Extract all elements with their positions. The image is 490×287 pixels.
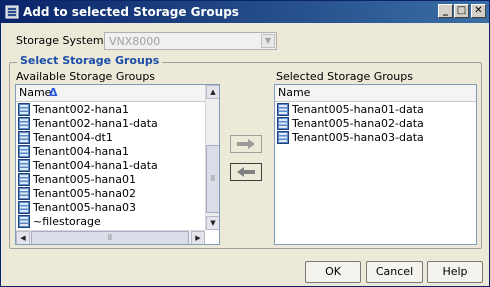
ok-button-label: OK — [325, 265, 341, 278]
available-list-item[interactable]: Tenant004-hana1-data — [18, 159, 203, 173]
available-list-item[interactable]: Tenant005-hana02 — [18, 187, 203, 201]
dialog-window: Add to selected Storage Groups _ □ ✕ Sto… — [0, 0, 490, 287]
available-item-label: Tenant004-dt1 — [33, 131, 113, 144]
selected-item-label: Tenant005-hana03-data — [292, 131, 424, 144]
selected-item-label: Tenant005-hana02-data — [292, 117, 424, 130]
ok-button[interactable]: OK — [305, 261, 361, 283]
scroll-left-icon[interactable]: ◀ — [16, 231, 30, 244]
storage-group-icon — [18, 117, 30, 130]
selected-list-item[interactable]: Tenant005-hana03-data — [277, 131, 474, 145]
arrow-right-icon — [237, 139, 255, 149]
available-item-label: Tenant004-hana1 — [33, 145, 130, 158]
available-item-label: Tenant005-hana01 — [33, 173, 137, 186]
title-bar[interactable]: Add to selected Storage Groups _ □ ✕ — [1, 1, 489, 23]
window-title: Add to selected Storage Groups — [23, 5, 239, 19]
cancel-button-label: Cancel — [375, 265, 414, 278]
selected-list-item[interactable]: Tenant005-hana02-data — [277, 117, 474, 131]
available-vertical-scrollbar[interactable]: ▲ ⠿ ▼ — [205, 85, 219, 230]
chevron-down-icon: ▼ — [261, 34, 275, 48]
available-item-label: Tenant002-hana1 — [33, 103, 130, 116]
selected-list-item[interactable]: Tenant005-hana01-data — [277, 103, 474, 117]
remove-from-selected-button[interactable] — [230, 163, 262, 181]
storage-system-value: VNX8000 — [109, 35, 161, 48]
add-to-selected-button[interactable] — [230, 135, 262, 153]
storage-group-icon — [277, 103, 289, 116]
storage-group-icon — [18, 173, 30, 186]
storage-group-icon — [18, 201, 30, 214]
arrow-left-icon — [237, 167, 255, 177]
storage-group-icon — [18, 215, 30, 228]
available-horizontal-scrollbar[interactable]: ◀ ⠿ ▶ — [16, 230, 205, 244]
storage-system-label: Storage System — [16, 34, 104, 47]
scroll-up-icon[interactable]: ▲ — [206, 85, 219, 99]
close-button[interactable]: ✕ — [471, 4, 486, 18]
available-list-item[interactable]: Tenant004-dt1 — [18, 131, 203, 145]
help-button-label: Help — [442, 265, 468, 278]
sort-ascending-icon: Δ — [49, 86, 58, 99]
vertical-scroll-thumb[interactable]: ⠿ — [206, 145, 219, 213]
available-item-label: Tenant004-hana1-data — [33, 159, 158, 172]
available-list-item[interactable]: Tenant005-hana01 — [18, 173, 203, 187]
storage-group-icon — [277, 131, 289, 144]
available-label: Available Storage Groups — [16, 70, 156, 83]
storage-group-icon — [18, 187, 30, 200]
available-item-label: ~filestorage — [33, 215, 101, 228]
scroll-down-icon[interactable]: ▼ — [206, 216, 219, 230]
cancel-button[interactable]: Cancel — [366, 261, 423, 283]
available-list-item[interactable]: ~filestorage — [18, 215, 203, 229]
storage-group-icon — [18, 103, 30, 116]
available-name-column-header[interactable]: Name Δ — [16, 85, 205, 102]
dialog-body: Storage System VNX8000 ▼ Select Storage … — [1, 23, 489, 286]
selected-name-column-header[interactable]: Name — [275, 85, 476, 102]
selected-name-header-label: Name — [278, 86, 311, 99]
selected-item-label: Tenant005-hana01-data — [292, 103, 424, 116]
available-list-item[interactable]: Tenant002-hana1-data — [18, 117, 203, 131]
help-button[interactable]: Help — [427, 261, 483, 283]
available-name-header-label: Name — [19, 86, 52, 99]
storage-groups-app-icon — [5, 5, 19, 19]
storage-system-combo: VNX8000 ▼ — [104, 32, 277, 50]
horizontal-scroll-thumb[interactable]: ⠿ — [31, 231, 189, 244]
selected-list[interactable]: Name Tenant005-hana01-data Tenant005-hana… — [274, 84, 477, 245]
storage-group-icon — [18, 145, 30, 158]
group-title: Select Storage Groups — [17, 54, 163, 67]
storage-group-icon — [18, 159, 30, 172]
available-list-item[interactable]: Tenant005-hana03 — [18, 201, 203, 215]
maximize-button[interactable]: □ — [454, 4, 469, 18]
available-list[interactable]: Name Δ Tenant002-hana1 Tenant002-hana1-da… — [15, 84, 220, 245]
storage-group-icon — [277, 117, 289, 130]
scroll-right-icon[interactable]: ▶ — [191, 231, 205, 244]
selected-label: Selected Storage Groups — [276, 70, 413, 83]
minimize-button[interactable]: _ — [438, 4, 453, 18]
available-item-label: Tenant005-hana03 — [33, 201, 137, 214]
available-list-item[interactable]: Tenant004-hana1 — [18, 145, 203, 159]
available-item-label: Tenant005-hana02 — [33, 187, 137, 200]
storage-group-icon — [18, 131, 30, 144]
available-item-label: Tenant002-hana1-data — [33, 117, 158, 130]
available-list-item[interactable]: Tenant002-hana1 — [18, 103, 203, 117]
